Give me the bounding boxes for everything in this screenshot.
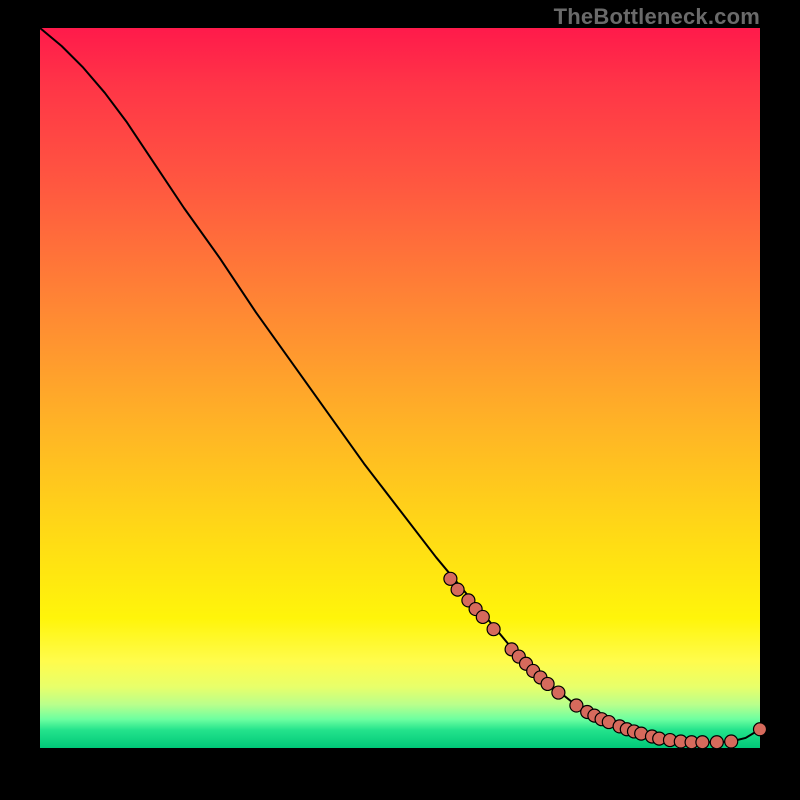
data-marker — [541, 677, 554, 690]
data-marker — [696, 736, 709, 749]
data-marker — [725, 735, 738, 748]
marker-group — [444, 572, 767, 748]
data-marker — [476, 610, 489, 623]
chart-frame: TheBottleneck.com — [0, 0, 800, 800]
data-marker — [552, 686, 565, 699]
watermark-text: TheBottleneck.com — [554, 4, 760, 30]
chart-svg-layer — [40, 28, 760, 748]
data-marker — [754, 723, 767, 736]
data-marker — [710, 736, 723, 749]
curve-line — [40, 28, 760, 742]
data-marker — [451, 583, 464, 596]
data-marker — [487, 623, 500, 636]
plot-area — [40, 28, 760, 748]
